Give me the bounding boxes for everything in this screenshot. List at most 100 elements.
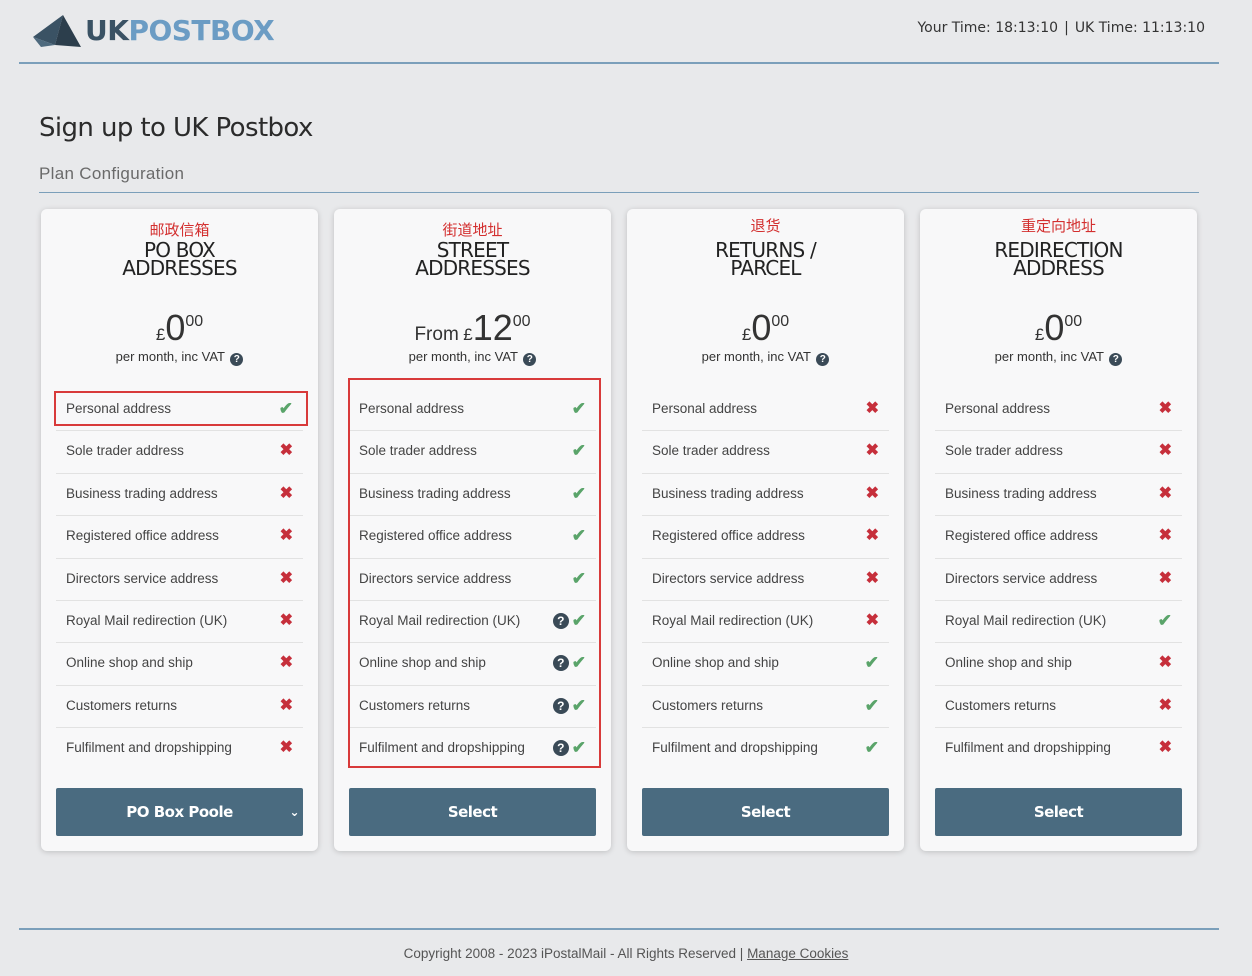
- price-currency: £: [463, 325, 473, 344]
- cross-icon: ✖: [1158, 400, 1172, 417]
- feature-row: Online shop and ship ✔: [642, 643, 889, 686]
- price-decimal: 00: [512, 313, 531, 330]
- feature-label: Registered office address: [652, 528, 805, 544]
- page-title: Sign up to UK Postbox: [39, 113, 313, 143]
- price-whole: 0: [751, 307, 772, 348]
- feature-row: Royal Mail redirection (UK) ✔: [935, 601, 1182, 644]
- plan-price: £000: [627, 307, 904, 349]
- feature-row: Directors service address ✖: [935, 559, 1182, 601]
- feature-label: Royal Mail redirection (UK): [652, 612, 814, 628]
- cross-icon: ✖: [1158, 696, 1172, 714]
- feature-row: Sole trader address ✖: [56, 431, 303, 474]
- feature-list: Personal address ✔ Sole trader address ✖ Bus…: [56, 389, 303, 770]
- cross-icon: ✖: [1158, 654, 1172, 672]
- feature-row: Fulfilment and dropshipping ✖: [935, 728, 1182, 769]
- price-decimal: 00: [771, 313, 790, 330]
- feature-row: Business trading address ✖: [642, 474, 889, 517]
- highlight-box-street-features: [348, 378, 601, 768]
- plan-title: PO BOX ADDRESSES: [41, 240, 318, 278]
- cross-icon: ✖: [865, 611, 879, 629]
- plan-price: From £1200: [334, 307, 611, 349]
- price-whole: 12: [472, 307, 513, 348]
- cross-icon: ✖: [865, 484, 879, 502]
- cross-icon: ✖: [279, 569, 293, 587]
- location-select-value: PO Box Poole: [126, 803, 233, 821]
- feature-row: Registered office address ✖: [56, 516, 303, 559]
- price-whole: 0: [1044, 307, 1065, 348]
- cross-icon: ✖: [865, 442, 879, 460]
- feature-label: Online shop and ship: [652, 655, 779, 671]
- feature-label: Business trading address: [945, 485, 1097, 501]
- plan-card: 退货 RETURNS / PARCEL £000 per month, inc VAT …: [627, 209, 904, 851]
- uk-time: UK Time: 11:13:10: [1074, 20, 1205, 36]
- feature-label: Fulfilment and dropshipping: [66, 740, 232, 756]
- select-plan-button[interactable]: Select: [935, 788, 1182, 836]
- feature-label: Registered office address: [66, 528, 219, 544]
- location-select[interactable]: PO Box Poole ⌄: [56, 788, 303, 836]
- footer-divider: [19, 928, 1219, 930]
- select-plan-button[interactable]: Select: [349, 788, 596, 836]
- price-decimal: 00: [1064, 313, 1083, 330]
- question-circle-icon[interactable]: ?: [1109, 353, 1123, 366]
- feature-label: Sole trader address: [66, 443, 184, 459]
- feature-label: Directors service address: [66, 570, 219, 586]
- plan-card: 重定向地址 REDIRECTION ADDRESS £000 per month, in…: [920, 209, 1197, 851]
- cross-icon: ✖: [865, 569, 879, 587]
- chevron-down-icon: ⌄: [289, 805, 299, 819]
- manage-cookies-link[interactable]: Manage Cookies: [747, 946, 848, 961]
- site-logo[interactable]: UKPOSTBOX: [33, 13, 275, 49]
- price-note: per month, inc VAT ?: [920, 349, 1197, 366]
- feature-label: Business trading address: [652, 485, 804, 501]
- cross-icon: ✖: [865, 527, 879, 545]
- feature-row: Business trading address ✖: [56, 474, 303, 517]
- question-circle-icon[interactable]: ?: [523, 353, 537, 366]
- feature-label: Royal Mail redirection (UK): [945, 612, 1107, 628]
- plan-title-line2: ADDRESSES: [415, 256, 530, 280]
- check-icon: ✔: [864, 653, 879, 673]
- feature-label: Fulfilment and dropshipping: [652, 740, 818, 756]
- site-header: UKPOSTBOX Your Time: 18:13:10 | UK Time: 1…: [19, 0, 1219, 64]
- feature-label: Customers returns: [945, 697, 1057, 713]
- highlight-box-po-personal: [54, 391, 308, 426]
- plan-title-line2: PARCEL: [730, 256, 801, 280]
- plan-annotation: 街道地址: [442, 221, 503, 239]
- feature-row: Personal address ✖: [935, 389, 1182, 432]
- feature-row: Personal address ✖: [642, 389, 889, 432]
- feature-label: Online shop and ship: [945, 655, 1072, 671]
- section-title: Plan Configuration: [39, 164, 185, 183]
- check-icon: ✔: [1157, 610, 1172, 630]
- feature-label: Registered office address: [945, 528, 1098, 544]
- feature-label: Personal address: [945, 401, 1051, 416]
- plan-title: RETURNS / PARCEL: [627, 240, 904, 280]
- cross-icon: ✖: [279, 527, 293, 545]
- feature-row: Sole trader address ✖: [935, 431, 1182, 474]
- question-circle-icon[interactable]: ?: [230, 353, 244, 366]
- copyright-text: Copyright 2008 - 2023 iPostalMail - All …: [403, 946, 744, 961]
- select-plan-button[interactable]: Select: [642, 788, 889, 836]
- feature-label: Online shop and ship: [66, 655, 193, 671]
- feature-label: Personal address: [652, 401, 758, 416]
- plan-title: STREET ADDRESSES: [334, 240, 611, 280]
- cross-icon: ✖: [1158, 739, 1172, 757]
- feature-list: Personal address ✖ Sole trader address ✖ Bus…: [935, 389, 1182, 770]
- feature-row: Online shop and ship ✖: [56, 643, 303, 686]
- feature-label: Customers returns: [66, 697, 178, 713]
- feature-row: Directors service address ✖: [642, 559, 889, 601]
- feature-row: Directors service address ✖: [56, 559, 303, 601]
- plan-annotation: 退货: [750, 217, 781, 235]
- question-circle-icon[interactable]: ?: [816, 353, 830, 366]
- feature-label: Sole trader address: [945, 443, 1063, 459]
- your-time: Your Time: 18:13:10: [917, 20, 1059, 36]
- plan-annotation: 重定向地址: [1020, 217, 1096, 235]
- cross-icon: ✖: [1158, 442, 1172, 460]
- price-currency: £: [741, 325, 752, 344]
- feature-label: Business trading address: [66, 485, 218, 501]
- price-prefix: From: [414, 324, 459, 345]
- price-whole: 0: [165, 307, 186, 348]
- check-icon: ✔: [864, 738, 879, 758]
- feature-row: Business trading address ✖: [935, 474, 1182, 517]
- feature-row: Customers returns ✖: [935, 686, 1182, 729]
- feature-row: Royal Mail redirection (UK) ✖: [642, 601, 889, 644]
- postbox-logo-icon: [33, 15, 81, 47]
- logo-postbox-text: POSTBOX: [128, 14, 275, 47]
